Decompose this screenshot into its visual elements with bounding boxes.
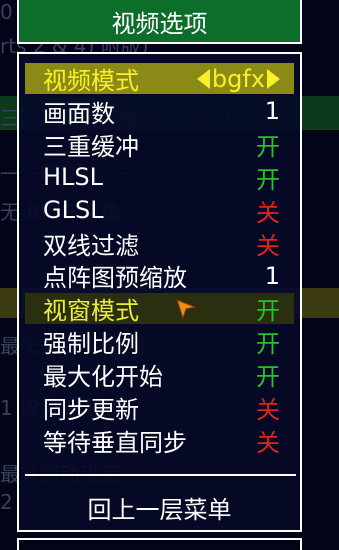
menu-item-keep-aspect[interactable]: 强制比例 开	[25, 326, 294, 359]
background-row: 2	[0, 490, 13, 514]
menu-item-value: 1	[264, 261, 280, 290]
menu-item-label: 三重缓冲	[43, 132, 139, 161]
menu-item-label: 点阵图预缩放	[43, 264, 187, 293]
menu-item-wait-vsync[interactable]: 等待垂直同步 关	[25, 425, 294, 457]
menu-item-value: bgfx	[211, 64, 265, 93]
menu-header: 视频选项	[17, 0, 302, 44]
menu-item-start-maximized[interactable]: 最大化开始 开	[25, 359, 294, 392]
back-to-previous-menu-button[interactable]: 回上一层菜单	[19, 490, 300, 525]
menu-item-bilinear-filter[interactable]: 双线过滤 关	[25, 228, 294, 260]
menu-item-label: 双线过滤	[43, 231, 139, 260]
menu-item-value: 1	[264, 97, 280, 126]
menu-item-value: 关	[256, 231, 280, 260]
menu-item-label: 最大化开始	[43, 363, 163, 392]
menu-item-label: 视窗模式	[43, 297, 139, 326]
menu-divider	[25, 474, 296, 476]
triangle-left-icon[interactable]	[196, 68, 210, 89]
menu-item-value: 关	[256, 396, 280, 424]
mouse-pointer-icon	[176, 299, 197, 320]
menu-item-value: 关	[256, 198, 280, 227]
menu-item-label: HLSL	[43, 163, 104, 192]
menu-item-hlsl[interactable]: HLSL 开	[25, 162, 294, 194]
menu-title: 视频选项	[111, 9, 208, 38]
menu-item-video-mode[interactable]: 视频模式 bgfx	[25, 63, 294, 95]
menu-item-value: 开	[256, 297, 280, 326]
bottom-frame	[17, 538, 302, 550]
menu-item-label: GLSL	[43, 196, 104, 225]
menu-item-label: 视频模式	[43, 67, 139, 95]
menu-item-sync-refresh[interactable]: 同步更新 关	[25, 392, 294, 424]
menu-item-label: 同步更新	[43, 396, 139, 424]
menu-item-value: 开	[256, 330, 280, 359]
video-options-menu: 视频模式 bgfx 画面数 1 三重缓冲开 HLSL 开 GLSL 关双线过滤关点阵图预缩放 1 视…	[17, 52, 302, 532]
menu-item-value: 开	[256, 363, 280, 392]
video-mode-selector[interactable]: bgfx	[196, 64, 280, 93]
triangle-right-icon[interactable]	[267, 68, 280, 89]
menu-item-value: 开	[256, 165, 280, 194]
menu-item-value: 开	[256, 132, 280, 161]
menu-item-label: 画面数	[43, 99, 115, 128]
menu-item-bitmap-prescale[interactable]: 点阵图预缩放 1	[25, 260, 294, 293]
menu-item-glsl[interactable]: GLSL 关	[25, 195, 294, 227]
menu-item-frame-skip[interactable]: 画面数 1	[25, 96, 294, 128]
menu-item-triple-buffer[interactable]: 三重缓冲 开	[25, 129, 294, 161]
menu-item-window-mode[interactable]: 视窗模式 开	[25, 293, 294, 326]
menu-item-label: 强制比例	[43, 330, 139, 359]
menu-item-label: 等待垂直同步	[43, 428, 187, 457]
menu-item-value: 关	[256, 428, 280, 457]
